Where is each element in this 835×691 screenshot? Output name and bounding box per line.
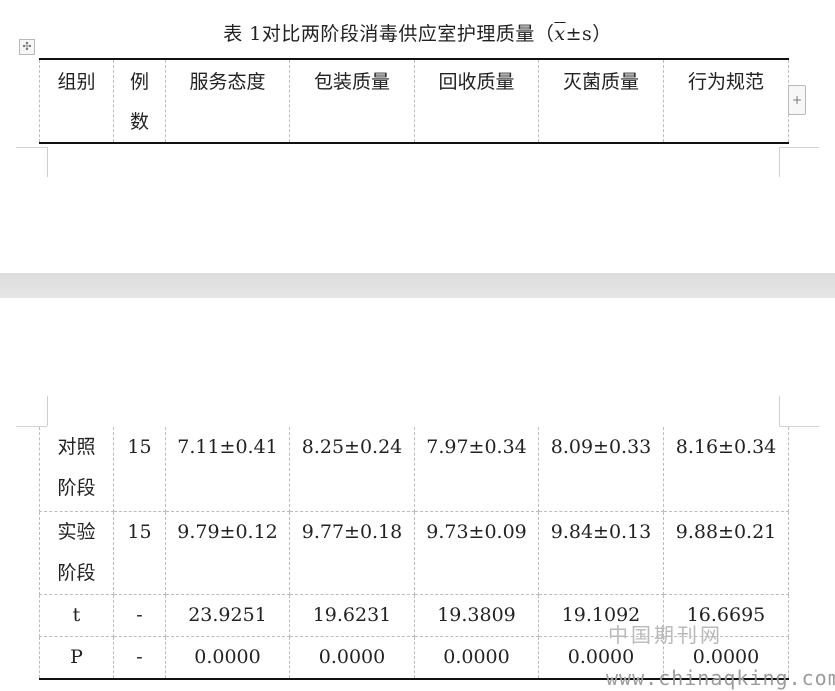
cell-value: 7.97±0.34 <box>414 427 539 512</box>
cell-value: 19.6231 <box>289 594 415 637</box>
page-margin-tick <box>47 396 48 426</box>
caption-xbar: x <box>554 23 566 45</box>
cell-count: - <box>113 594 166 637</box>
header-cell-packaging: 包装质量 <box>289 59 415 144</box>
cell-group: P <box>39 636 114 679</box>
header-cell-sterilization: 灭菌质量 <box>538 59 664 144</box>
cell-value: 9.84±0.13 <box>538 511 664 595</box>
cell-count: 15 <box>113 427 166 512</box>
cell-value: 9.88±0.21 <box>663 511 789 595</box>
cell-value: 8.25±0.24 <box>289 427 415 512</box>
cell-count: 15 <box>113 511 166 595</box>
cell-value: 8.09±0.33 <box>538 427 664 512</box>
table-move-handle-icon[interactable]: ✣ <box>19 39 35 55</box>
page-break-gap <box>0 273 835 298</box>
cell-value: 9.79±0.12 <box>165 511 290 595</box>
caption-suffix: ±s） <box>565 23 612 45</box>
page-margin-line <box>779 147 819 148</box>
watermark-site-url: www.chinaqking.com <box>606 666 835 690</box>
cell-value: 23.9251 <box>165 594 290 637</box>
header-cell-behavior: 行为规范 <box>663 59 789 144</box>
header-cell-count: 例数 <box>113 59 166 144</box>
table-row: 对照 阶段 15 7.11±0.41 8.25±0.24 7.97±0.34 8.… <box>39 427 789 512</box>
cell-count: - <box>113 636 166 679</box>
table-row: 实验 阶段 15 9.79±0.12 9.77±0.18 9.73±0.09 9.… <box>39 511 789 595</box>
watermark-site-name: 中国期刊网 <box>608 623 723 647</box>
add-column-button[interactable]: + <box>788 85 806 115</box>
cell-value: 7.11±0.41 <box>165 427 290 512</box>
page-margin-line <box>16 147 47 148</box>
cell-value: 0.0000 <box>414 636 539 679</box>
header-cell-group: 组别 <box>39 59 114 144</box>
cell-value: 9.77±0.18 <box>289 511 415 595</box>
page-margin-tick <box>779 147 780 177</box>
caption-prefix: 表 1对比两阶段消毒供应室护理质量（ <box>223 23 555 45</box>
table-header-row: 组别 例数 服务态度 包装质量 回收质量 灭菌质量 行为规范 <box>39 59 789 144</box>
table-caption: 表 1对比两阶段消毒供应室护理质量（x±s） <box>0 19 835 47</box>
cell-group: 对照 阶段 <box>39 427 114 512</box>
cell-value: 8.16±0.34 <box>663 427 789 512</box>
page-margin-tick <box>47 147 48 177</box>
cell-value: 0.0000 <box>165 636 290 679</box>
header-cell-service: 服务态度 <box>165 59 290 144</box>
cell-group: t <box>39 594 114 637</box>
table-header-part: 组别 例数 服务态度 包装质量 回收质量 灭菌质量 行为规范 <box>39 58 789 144</box>
cell-value: 0.0000 <box>289 636 415 679</box>
header-cell-recovery: 回收质量 <box>414 59 539 144</box>
cell-value: 9.73±0.09 <box>414 511 539 595</box>
page-margin-tick <box>779 396 780 426</box>
cell-group: 实验 阶段 <box>39 511 114 595</box>
cell-value: 19.3809 <box>414 594 539 637</box>
